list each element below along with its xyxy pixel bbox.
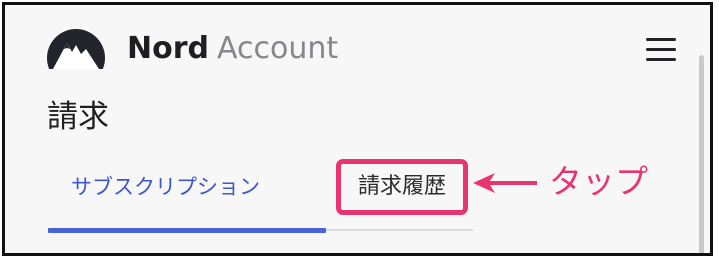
tab-subscription[interactable]: サブスクリプション <box>71 173 260 201</box>
scrollbar[interactable] <box>699 55 704 253</box>
active-tab-indicator <box>48 228 326 233</box>
app-frame: Nord Account 請求 サブスクリプション 請求履歴 タップ <box>2 2 713 256</box>
page-title: 請求 <box>47 99 109 135</box>
left-arrow-icon <box>473 172 537 194</box>
nord-logo-icon[interactable] <box>45 27 107 87</box>
tab-billing-history-label: 請求履歴 <box>357 174 446 199</box>
tab-billing-history[interactable]: 請求履歴 <box>336 159 468 215</box>
brand-name-secondary: Account <box>217 31 339 66</box>
tap-annotation: タップ <box>549 162 648 201</box>
brand-name-primary: Nord <box>127 31 209 66</box>
hamburger-menu-icon[interactable] <box>642 33 680 67</box>
brand-wordmark[interactable]: Nord Account <box>127 31 338 67</box>
